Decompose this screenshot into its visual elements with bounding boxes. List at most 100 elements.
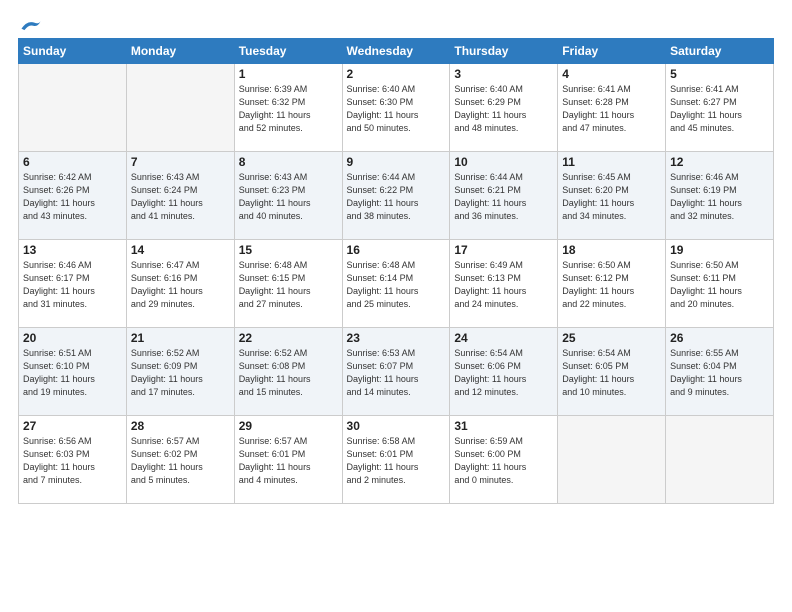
- logo-bird-icon: [20, 18, 42, 32]
- calendar-cell: 9 Sunrise: 6:44 AM Sunset: 6:22 PM Daylig…: [342, 152, 450, 240]
- day-info: Sunrise: 6:54 AM Sunset: 6:05 PM Dayligh…: [562, 347, 661, 399]
- calendar-cell: 30 Sunrise: 6:58 AM Sunset: 6:01 PM Dayli…: [342, 416, 450, 504]
- calendar-cell: 5Sunrise: 6:41 AM Sunset: 6:27 PM Daylig…: [666, 64, 774, 152]
- day-info: Sunrise: 6:55 AM Sunset: 6:04 PM Dayligh…: [670, 347, 769, 399]
- day-info: Sunrise: 6:50 AM Sunset: 6:12 PM Dayligh…: [562, 259, 661, 311]
- day-number: 15: [239, 243, 338, 257]
- calendar-cell: 28 Sunrise: 6:57 AM Sunset: 6:02 PM Dayli…: [126, 416, 234, 504]
- calendar-table: SundayMondayTuesdayWednesdayThursdayFrid…: [18, 38, 774, 504]
- calendar-cell: [19, 64, 127, 152]
- calendar-week-1: 1 Sunrise: 6:39 AM Sunset: 6:32 PM Daylig…: [19, 64, 774, 152]
- calendar-cell: 15 Sunrise: 6:48 AM Sunset: 6:15 PM Dayli…: [234, 240, 342, 328]
- day-number: 23: [347, 331, 446, 345]
- day-info: Sunrise: 6:41 AM Sunset: 6:28 PM Dayligh…: [562, 83, 661, 135]
- calendar-cell: [558, 416, 666, 504]
- calendar-cell: 4 Sunrise: 6:41 AM Sunset: 6:28 PM Daylig…: [558, 64, 666, 152]
- calendar-cell: 14Sunrise: 6:47 AM Sunset: 6:16 PM Dayli…: [126, 240, 234, 328]
- calendar-cell: 16 Sunrise: 6:48 AM Sunset: 6:14 PM Dayli…: [342, 240, 450, 328]
- day-number: 3: [454, 67, 553, 81]
- day-info: Sunrise: 6:39 AM Sunset: 6:32 PM Dayligh…: [239, 83, 338, 135]
- calendar-cell: 29Sunrise: 6:57 AM Sunset: 6:01 PM Dayli…: [234, 416, 342, 504]
- calendar-cell: 25 Sunrise: 6:54 AM Sunset: 6:05 PM Dayli…: [558, 328, 666, 416]
- calendar-week-2: 6 Sunrise: 6:42 AM Sunset: 6:26 PM Daylig…: [19, 152, 774, 240]
- day-info: Sunrise: 6:54 AM Sunset: 6:06 PM Dayligh…: [454, 347, 553, 399]
- calendar-cell: 7Sunrise: 6:43 AM Sunset: 6:24 PM Daylig…: [126, 152, 234, 240]
- weekday-header-thursday: Thursday: [450, 39, 558, 64]
- day-number: 28: [131, 419, 230, 433]
- calendar-week-4: 20 Sunrise: 6:51 AM Sunset: 6:10 PM Dayli…: [19, 328, 774, 416]
- day-number: 19: [670, 243, 769, 257]
- day-number: 2: [347, 67, 446, 81]
- day-number: 4: [562, 67, 661, 81]
- weekday-header-saturday: Saturday: [666, 39, 774, 64]
- day-number: 18: [562, 243, 661, 257]
- day-info: Sunrise: 6:59 AM Sunset: 6:00 PM Dayligh…: [454, 435, 553, 487]
- day-number: 9: [347, 155, 446, 169]
- calendar-cell: 23Sunrise: 6:53 AM Sunset: 6:07 PM Dayli…: [342, 328, 450, 416]
- day-number: 20: [23, 331, 122, 345]
- calendar-week-5: 27 Sunrise: 6:56 AM Sunset: 6:03 PM Dayli…: [19, 416, 774, 504]
- day-number: 16: [347, 243, 446, 257]
- calendar-cell: 3 Sunrise: 6:40 AM Sunset: 6:29 PM Daylig…: [450, 64, 558, 152]
- day-number: 29: [239, 419, 338, 433]
- day-number: 5: [670, 67, 769, 81]
- calendar-cell: 2Sunrise: 6:40 AM Sunset: 6:30 PM Daylig…: [342, 64, 450, 152]
- calendar-cell: 6 Sunrise: 6:42 AM Sunset: 6:26 PM Daylig…: [19, 152, 127, 240]
- calendar-cell: 8 Sunrise: 6:43 AM Sunset: 6:23 PM Daylig…: [234, 152, 342, 240]
- calendar-cell: 10Sunrise: 6:44 AM Sunset: 6:21 PM Dayli…: [450, 152, 558, 240]
- day-info: Sunrise: 6:46 AM Sunset: 6:19 PM Dayligh…: [670, 171, 769, 223]
- calendar-cell: 22 Sunrise: 6:52 AM Sunset: 6:08 PM Dayli…: [234, 328, 342, 416]
- day-number: 11: [562, 155, 661, 169]
- day-number: 1: [239, 67, 338, 81]
- day-info: Sunrise: 6:42 AM Sunset: 6:26 PM Dayligh…: [23, 171, 122, 223]
- day-number: 13: [23, 243, 122, 257]
- day-info: Sunrise: 6:51 AM Sunset: 6:10 PM Dayligh…: [23, 347, 122, 399]
- calendar-cell: [666, 416, 774, 504]
- day-number: 27: [23, 419, 122, 433]
- day-number: 24: [454, 331, 553, 345]
- day-info: Sunrise: 6:56 AM Sunset: 6:03 PM Dayligh…: [23, 435, 122, 487]
- day-number: 6: [23, 155, 122, 169]
- day-info: Sunrise: 6:57 AM Sunset: 6:02 PM Dayligh…: [131, 435, 230, 487]
- day-info: Sunrise: 6:50 AM Sunset: 6:11 PM Dayligh…: [670, 259, 769, 311]
- calendar-cell: 13Sunrise: 6:46 AM Sunset: 6:17 PM Dayli…: [19, 240, 127, 328]
- day-info: Sunrise: 6:44 AM Sunset: 6:22 PM Dayligh…: [347, 171, 446, 223]
- day-info: Sunrise: 6:43 AM Sunset: 6:24 PM Dayligh…: [131, 171, 230, 223]
- calendar-cell: [126, 64, 234, 152]
- day-info: Sunrise: 6:48 AM Sunset: 6:15 PM Dayligh…: [239, 259, 338, 311]
- day-number: 30: [347, 419, 446, 433]
- day-info: Sunrise: 6:48 AM Sunset: 6:14 PM Dayligh…: [347, 259, 446, 311]
- day-info: Sunrise: 6:43 AM Sunset: 6:23 PM Dayligh…: [239, 171, 338, 223]
- calendar-cell: 19 Sunrise: 6:50 AM Sunset: 6:11 PM Dayli…: [666, 240, 774, 328]
- weekday-header-sunday: Sunday: [19, 39, 127, 64]
- day-info: Sunrise: 6:52 AM Sunset: 6:09 PM Dayligh…: [131, 347, 230, 399]
- logo: [18, 18, 42, 28]
- calendar-header-row: SundayMondayTuesdayWednesdayThursdayFrid…: [19, 39, 774, 64]
- day-number: 26: [670, 331, 769, 345]
- day-number: 22: [239, 331, 338, 345]
- day-info: Sunrise: 6:44 AM Sunset: 6:21 PM Dayligh…: [454, 171, 553, 223]
- weekday-header-friday: Friday: [558, 39, 666, 64]
- weekday-header-wednesday: Wednesday: [342, 39, 450, 64]
- day-info: Sunrise: 6:52 AM Sunset: 6:08 PM Dayligh…: [239, 347, 338, 399]
- calendar-cell: 20 Sunrise: 6:51 AM Sunset: 6:10 PM Dayli…: [19, 328, 127, 416]
- day-info: Sunrise: 6:40 AM Sunset: 6:29 PM Dayligh…: [454, 83, 553, 135]
- day-number: 31: [454, 419, 553, 433]
- calendar-cell: 11Sunrise: 6:45 AM Sunset: 6:20 PM Dayli…: [558, 152, 666, 240]
- day-info: Sunrise: 6:49 AM Sunset: 6:13 PM Dayligh…: [454, 259, 553, 311]
- day-number: 12: [670, 155, 769, 169]
- day-number: 25: [562, 331, 661, 345]
- day-info: Sunrise: 6:58 AM Sunset: 6:01 PM Dayligh…: [347, 435, 446, 487]
- calendar-cell: 24 Sunrise: 6:54 AM Sunset: 6:06 PM Dayli…: [450, 328, 558, 416]
- calendar-cell: 26 Sunrise: 6:55 AM Sunset: 6:04 PM Dayli…: [666, 328, 774, 416]
- day-number: 8: [239, 155, 338, 169]
- calendar-cell: 1 Sunrise: 6:39 AM Sunset: 6:32 PM Daylig…: [234, 64, 342, 152]
- day-info: Sunrise: 6:47 AM Sunset: 6:16 PM Dayligh…: [131, 259, 230, 311]
- calendar-cell: 18 Sunrise: 6:50 AM Sunset: 6:12 PM Dayli…: [558, 240, 666, 328]
- calendar-week-3: 13Sunrise: 6:46 AM Sunset: 6:17 PM Dayli…: [19, 240, 774, 328]
- day-number: 21: [131, 331, 230, 345]
- weekday-header-monday: Monday: [126, 39, 234, 64]
- calendar-cell: 21 Sunrise: 6:52 AM Sunset: 6:09 PM Dayli…: [126, 328, 234, 416]
- calendar-cell: 31 Sunrise: 6:59 AM Sunset: 6:00 PM Dayli…: [450, 416, 558, 504]
- weekday-header-tuesday: Tuesday: [234, 39, 342, 64]
